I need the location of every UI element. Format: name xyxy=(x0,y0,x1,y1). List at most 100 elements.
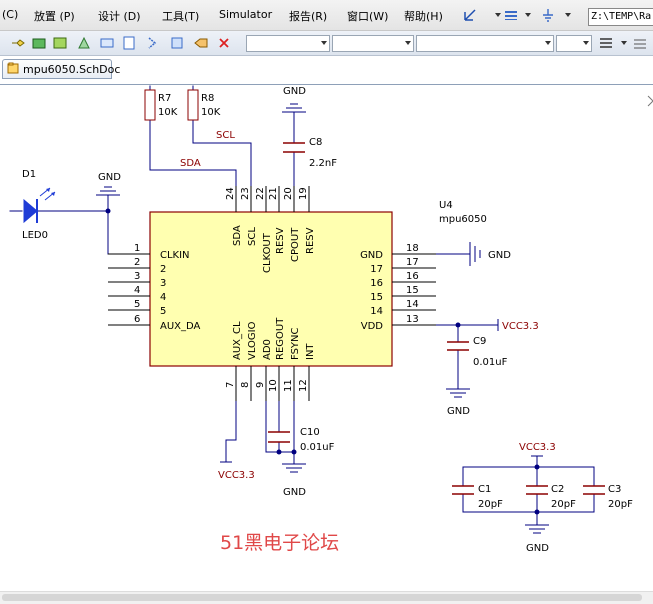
r8-ref: R8 xyxy=(201,93,214,104)
c1-ref: C1 xyxy=(478,484,491,495)
pin-number: 20 xyxy=(283,187,294,200)
scroll-thumb[interactable] xyxy=(2,594,642,601)
capacitor-c2[interactable] xyxy=(526,485,548,495)
pin-name: 15 xyxy=(370,292,383,303)
pin-name: RESV xyxy=(305,227,316,254)
capacitor-c10[interactable] xyxy=(268,431,290,443)
pin-number: 22 xyxy=(255,187,266,200)
c8-value: 2.2nF xyxy=(309,158,337,169)
pin-number: 6 xyxy=(134,314,140,325)
pin-number: 16 xyxy=(406,271,419,282)
gnd-label: GND xyxy=(447,406,470,417)
c2-value: 20pF xyxy=(551,499,576,510)
c10-value: 0.01uF xyxy=(300,442,335,453)
pin-number: 12 xyxy=(298,379,309,392)
led-d1[interactable] xyxy=(23,187,56,224)
pin-name: SCL xyxy=(247,227,258,246)
schematic-sheet: U4 mpu6050 1 2 3 4 5 6 CLKIN 2 3 4 5 AUX… xyxy=(9,85,653,554)
resistor-r8[interactable] xyxy=(187,89,199,121)
pin-name: SDA xyxy=(232,225,243,246)
pin-name: RESV xyxy=(275,227,286,254)
junction xyxy=(276,449,282,455)
capacitor-c3[interactable] xyxy=(583,485,605,495)
junction xyxy=(105,208,111,214)
r7-value: 10K xyxy=(158,107,178,118)
pin-number: 8 xyxy=(240,382,251,388)
r8-value: 10K xyxy=(201,107,221,118)
gnd-symbol-pin18 xyxy=(469,242,481,266)
c10-ref: C10 xyxy=(300,427,320,438)
wire-vlogio xyxy=(225,400,237,463)
gnd-label: GND xyxy=(283,86,306,97)
pin-name: VLOGIO xyxy=(247,321,258,360)
wire-vcc-top xyxy=(462,455,595,487)
gnd-symbol-c10 xyxy=(282,463,306,473)
resistor-r7[interactable] xyxy=(144,89,156,121)
gnd-symbol-caps xyxy=(525,524,549,534)
pin-name: AD0 xyxy=(262,339,273,360)
pin-number: 5 xyxy=(134,299,140,310)
gnd-label: GND xyxy=(488,250,511,261)
sheet-edge-marker xyxy=(647,95,653,107)
d1-value: LED0 xyxy=(22,230,48,241)
pin-name: GND xyxy=(360,250,383,261)
c1-value: 20pF xyxy=(478,499,503,510)
pin-number: 19 xyxy=(298,187,309,200)
pin-name: VDD xyxy=(361,321,384,332)
c8-ref: C8 xyxy=(309,137,322,148)
pin-number: 23 xyxy=(240,187,251,200)
pin-number: 11 xyxy=(283,379,294,392)
vcc-label: VCC3.3 xyxy=(502,321,539,332)
net-label-scl: SCL xyxy=(216,130,235,141)
r7-ref: R7 xyxy=(158,93,171,104)
horizontal-scrollbar[interactable] xyxy=(0,591,653,604)
capacitor-c1[interactable] xyxy=(452,485,474,495)
c2-ref: C2 xyxy=(551,484,564,495)
pin-number: 4 xyxy=(134,285,140,296)
pin-number: 2 xyxy=(134,257,140,268)
pin-number: 18 xyxy=(406,243,419,254)
pin-name: 2 xyxy=(160,264,166,275)
c3-value: 20pF xyxy=(608,499,633,510)
junction xyxy=(534,464,540,470)
pin-name: 17 xyxy=(370,264,383,275)
gnd-label: GND xyxy=(283,487,306,498)
pin-number: 3 xyxy=(134,271,140,282)
pin-name: CLKIN xyxy=(160,250,190,261)
pin-name: 4 xyxy=(160,292,166,303)
capacitor-c9[interactable] xyxy=(447,341,469,351)
c3-ref: C3 xyxy=(608,484,621,495)
pin-name: INT xyxy=(305,343,316,360)
pin-name: AUX_CL xyxy=(232,321,243,360)
pin-name: CPOUT xyxy=(290,227,301,262)
u4-ref: U4 xyxy=(439,200,453,211)
wire-led xyxy=(9,194,151,255)
d1-ref: D1 xyxy=(22,169,36,180)
pin-name: 3 xyxy=(160,278,166,289)
junction xyxy=(534,509,540,515)
gnd-symbol-c9 xyxy=(446,388,470,398)
pin-name: CLKOUT xyxy=(262,232,273,273)
gnd-symbol-c8 xyxy=(282,103,306,113)
vcc-label: VCC3.3 xyxy=(218,470,255,481)
junction xyxy=(291,449,297,455)
junction xyxy=(455,322,461,328)
pin-name: 14 xyxy=(370,306,383,317)
pin-name: REGOUT xyxy=(275,317,286,360)
pin-number: 17 xyxy=(406,257,419,268)
c9-value: 0.01uF xyxy=(473,357,508,368)
pin-number: 10 xyxy=(268,379,279,392)
gnd-label: GND xyxy=(98,172,121,183)
pin-number: 13 xyxy=(406,314,419,325)
net-label-sda: SDA xyxy=(180,158,201,169)
pin-number: 24 xyxy=(225,187,236,200)
pin-number: 15 xyxy=(406,285,419,296)
pin-name: 16 xyxy=(370,278,383,289)
pin-number: 14 xyxy=(406,299,419,310)
gnd-label: GND xyxy=(526,543,549,554)
capacitor-c8[interactable] xyxy=(283,142,305,153)
vcc-label: VCC3.3 xyxy=(519,442,556,453)
u4-value: mpu6050 xyxy=(439,214,487,225)
pin-name: AUX_DA xyxy=(160,321,201,332)
pin-name: FSYNC xyxy=(290,327,301,360)
